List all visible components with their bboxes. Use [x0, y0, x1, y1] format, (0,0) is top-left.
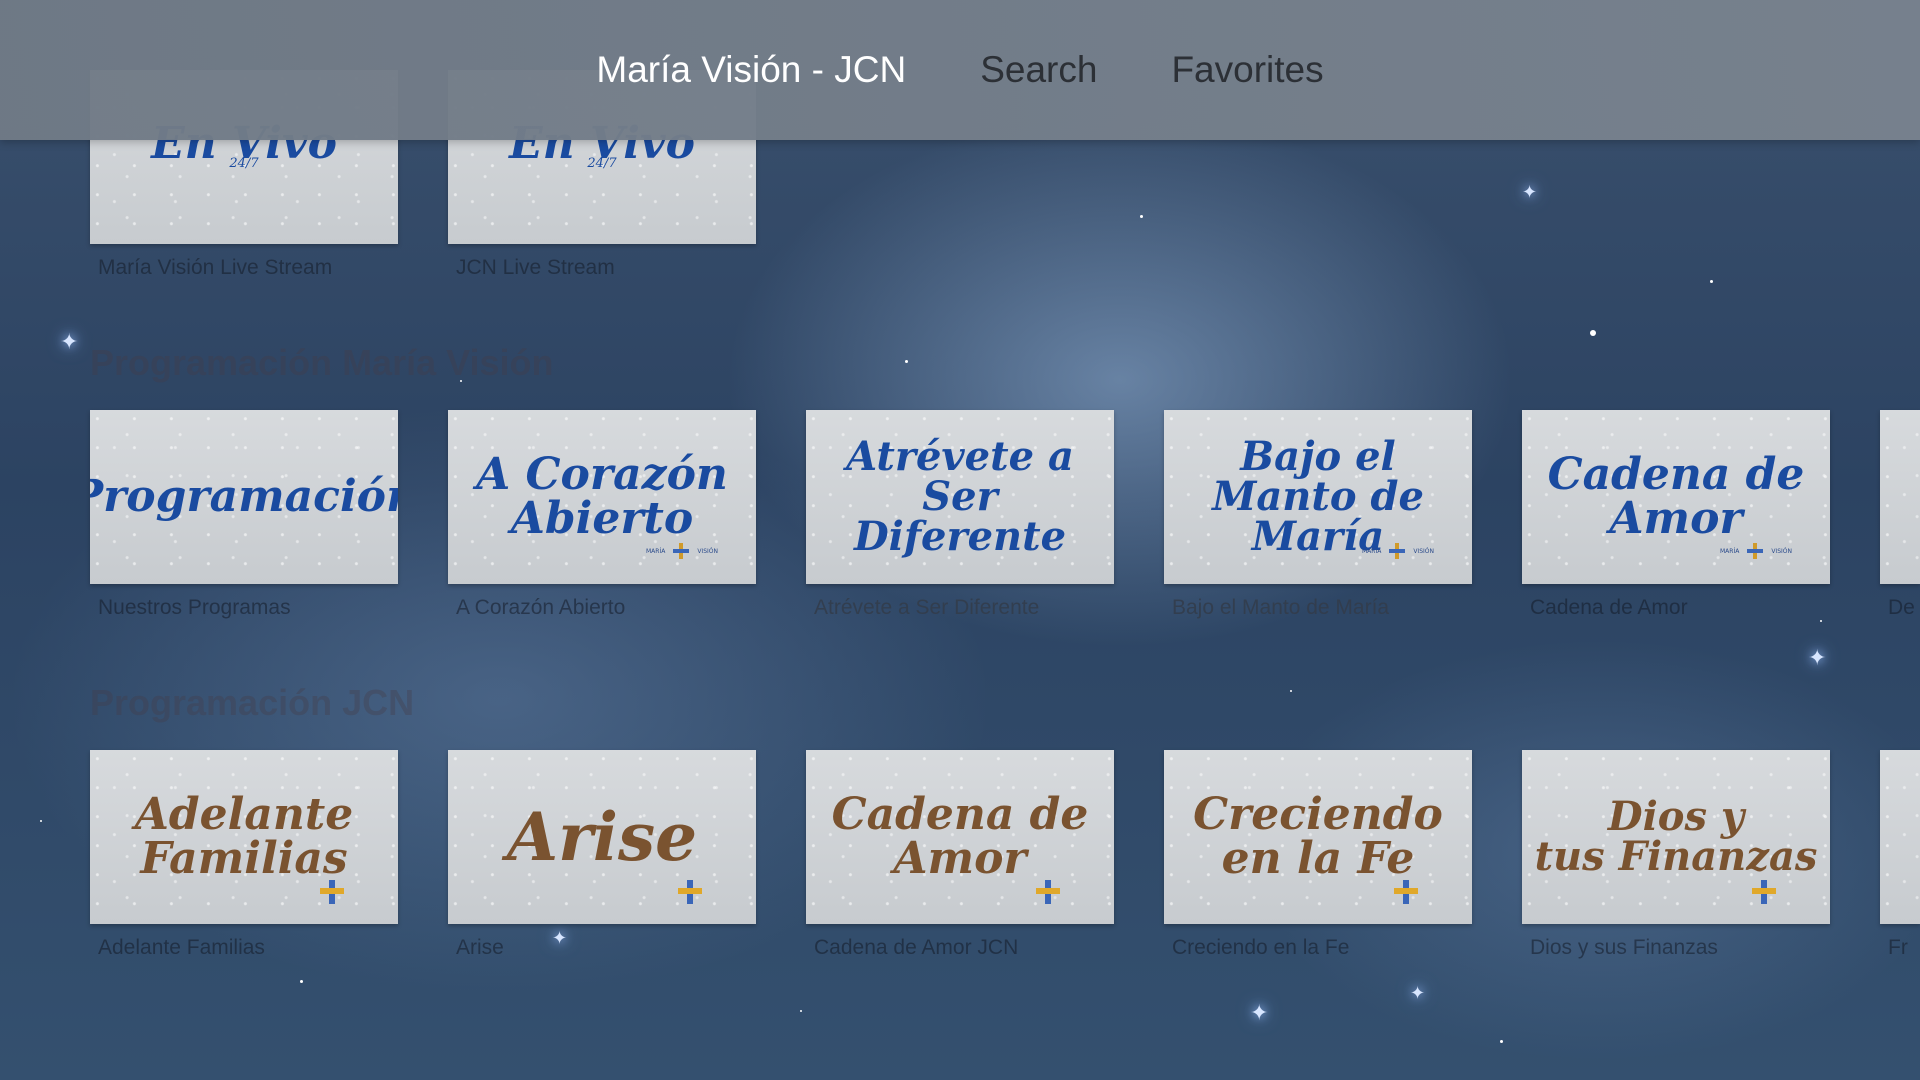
- section-title: Programación JCN: [90, 682, 415, 723]
- program-tile[interactable]: Dios y tus Finanzas: [1522, 750, 1830, 924]
- tile-caption: Cadena de Amor JCN: [814, 936, 1019, 959]
- tile-art-sub: 24/7: [587, 156, 617, 171]
- tile-caption: Fr: [1888, 936, 1908, 959]
- program-tile[interactable]: Adelante Familias: [90, 750, 398, 924]
- tile-art: Adelante Familias: [134, 789, 354, 884]
- jcn-logo: [320, 880, 344, 904]
- tile-art: [1880, 410, 1920, 584]
- tile-art: Dios y tus Finanzas: [1534, 793, 1818, 880]
- tile-caption: Adelante Familias: [98, 936, 265, 959]
- tile-caption: Atrévete a Ser Diferente: [814, 596, 1040, 619]
- star: [1500, 1040, 1503, 1043]
- top-navigation-bar: María Visión - JCN Search Favorites: [0, 0, 1920, 140]
- sparkle-star: ✦: [1250, 1001, 1269, 1026]
- tile-caption: De: [1888, 596, 1915, 619]
- star: [1590, 330, 1596, 336]
- star: [1820, 620, 1822, 622]
- section-title: Programación María Visión: [90, 342, 554, 383]
- sparkle-star: ✦: [60, 330, 79, 355]
- tile-caption: Cadena de Amor: [1530, 596, 1688, 619]
- program-tile[interactable]: Arise: [448, 750, 756, 924]
- tile-caption: Creciendo en la Fe: [1172, 936, 1350, 959]
- star: [40, 820, 42, 822]
- tile-art: Atrévete a Ser Diferente: [846, 433, 1074, 560]
- tile-art: Cadena de Amor: [831, 789, 1089, 884]
- tab-maria-vision-jcn[interactable]: María Visión - JCN: [596, 49, 906, 91]
- star: [1290, 690, 1292, 692]
- tile-caption: María Visión Live Stream: [98, 256, 333, 279]
- tile-caption: Dios y sus Finanzas: [1530, 936, 1718, 959]
- tab-bar: María Visión - JCN Search Favorites: [0, 0, 1920, 140]
- star: [800, 1010, 802, 1012]
- star: [1710, 280, 1713, 283]
- jcn-logo: [1394, 880, 1418, 904]
- jcn-logo: [678, 880, 702, 904]
- program-tile[interactable]: Cadena de Amor: [806, 750, 1114, 924]
- program-tile[interactable]: Programación: [90, 410, 398, 584]
- program-tile[interactable]: Creciendo en la Fe: [1164, 750, 1472, 924]
- tab-search[interactable]: Search: [980, 49, 1097, 91]
- program-tile[interactable]: Cadena de Amor MARÍA VISIÓN: [1522, 410, 1830, 584]
- tab-favorites[interactable]: Favorites: [1171, 49, 1323, 91]
- tile-caption: Bajo el Manto de María: [1172, 596, 1390, 619]
- sparkle-star: ✦: [1410, 983, 1426, 1004]
- sparkle-star: ✦: [552, 928, 568, 949]
- maria-vision-logo: MARÍA VISIÓN: [1720, 543, 1792, 559]
- tile-art: Creciendo en la Fe: [1193, 789, 1443, 884]
- star: [1140, 215, 1143, 218]
- tile-caption: A Corazón Abierto: [456, 596, 626, 619]
- maria-vision-logo: MARÍA VISIÓN: [646, 543, 718, 559]
- sparkle-star: ✦: [1808, 646, 1827, 671]
- tile-art: [1880, 750, 1920, 924]
- star: [905, 360, 908, 363]
- maria-vision-logo: MARÍA VISIÓN: [1362, 543, 1434, 559]
- tile-caption: Arise: [456, 936, 504, 959]
- program-tile-partial[interactable]: [1880, 410, 1920, 584]
- program-tile[interactable]: A Corazón Abierto MARÍA VISIÓN: [448, 410, 756, 584]
- tile-caption: JCN Live Stream: [456, 256, 615, 279]
- jcn-logo: [1752, 880, 1776, 904]
- tile-art: Arise: [506, 798, 698, 876]
- program-tile[interactable]: Bajo el Manto de María MARÍA VISIÓN: [1164, 410, 1472, 584]
- sparkle-star: ✦: [1522, 182, 1538, 203]
- tile-art-sub: 24/7: [229, 156, 259, 171]
- star: [300, 980, 303, 983]
- program-tile-partial[interactable]: [1880, 750, 1920, 924]
- tile-caption: Nuestros Programas: [98, 596, 291, 619]
- program-tile[interactable]: Atrévete a Ser Diferente: [806, 410, 1114, 584]
- tile-art: Programación: [90, 471, 398, 522]
- jcn-logo: [1036, 880, 1060, 904]
